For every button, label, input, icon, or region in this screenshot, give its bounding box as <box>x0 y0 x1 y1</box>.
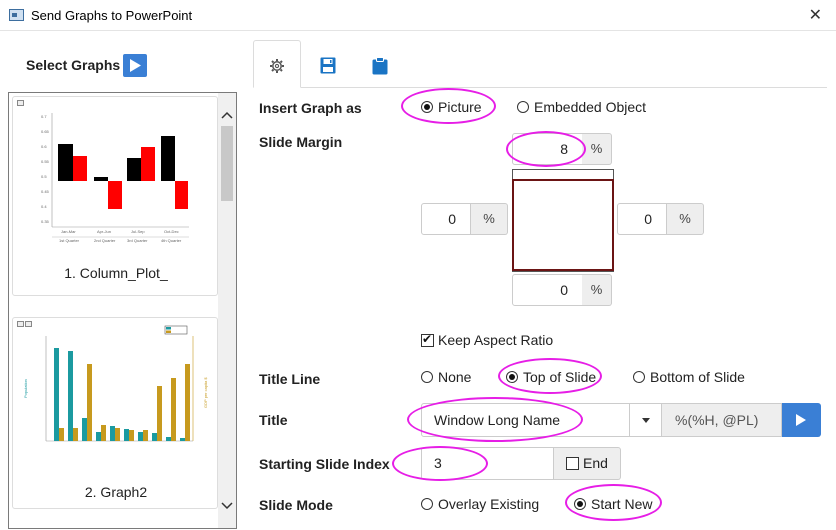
margin-right-unit: % <box>667 203 704 235</box>
radio-title-top-label: Top of Slide <box>523 369 597 385</box>
radio-picture[interactable]: Picture <box>421 99 482 115</box>
margin-left-unit: % <box>471 203 508 235</box>
clipboard-icon <box>372 57 388 75</box>
column-plot-preview: 0.7 0.65 0.6 0.55 0.5 0.45 0.4 0.35 Jan-Mar Ap… <box>41 113 189 243</box>
svg-text:2nd Quarter: 2nd Quarter <box>94 238 116 243</box>
graph2-preview: Population GDP per capita $ <box>23 325 208 442</box>
radio-picture-label: Picture <box>438 99 482 115</box>
svg-text:0.4: 0.4 <box>41 204 47 209</box>
title-format-input[interactable]: %(%H, @PL) <box>662 403 782 437</box>
radio-title-top[interactable]: Top of Slide <box>506 369 596 385</box>
radio-title-none-dot <box>421 371 433 383</box>
save-icon <box>320 57 336 74</box>
svg-text:0.35: 0.35 <box>41 219 50 224</box>
svg-text:Population: Population <box>23 379 28 398</box>
thumbnail-caption: 1. Column_Plot_ <box>64 265 168 281</box>
radio-title-none[interactable]: None <box>421 369 471 385</box>
title-apply-button[interactable] <box>782 403 821 437</box>
radio-title-top-dot <box>506 371 518 383</box>
radio-title-bottom-dot <box>633 371 645 383</box>
svg-text:Jul-Sep: Jul-Sep <box>131 229 145 234</box>
margin-bottom-input[interactable]: 0 <box>512 274 583 306</box>
radio-embedded-object-dot <box>517 101 529 113</box>
tab-save[interactable] <box>305 40 353 88</box>
radio-title-none-label: None <box>438 369 472 385</box>
starting-slide-index-input[interactable]: 3 <box>421 447 554 480</box>
slide-content-area <box>512 179 614 271</box>
thumbnail-caption: 2. Graph2 <box>84 484 148 500</box>
svg-text:4th Quarter: 4th Quarter <box>161 238 182 243</box>
tab-settings[interactable] <box>253 40 301 88</box>
slide-margin-label: Slide Margin <box>259 134 343 150</box>
title-line-label: Title Line <box>259 371 321 387</box>
margin-left-input[interactable]: 0 <box>421 203 471 235</box>
radio-start-new[interactable]: Start New <box>574 496 652 512</box>
radio-overlay-existing[interactable]: Overlay Existing <box>421 496 539 512</box>
keep-aspect-ratio-box <box>421 332 434 347</box>
insert-graph-label: Insert Graph as <box>259 100 362 116</box>
svg-text:GDP per capita $: GDP per capita $ <box>203 377 208 408</box>
play-icon <box>796 414 806 426</box>
margin-right-input[interactable]: 0 <box>617 203 667 235</box>
svg-text:3rd Quarter: 3rd Quarter <box>127 238 148 243</box>
margin-top-input[interactable]: 8 <box>512 133 583 165</box>
title-label: Title <box>259 412 288 428</box>
svg-text:0.5: 0.5 <box>41 174 47 179</box>
app-icon <box>9 9 24 21</box>
select-graphs-button[interactable] <box>123 54 147 77</box>
svg-text:0.65: 0.65 <box>41 129 50 134</box>
title-dropdown[interactable]: Window Long Name <box>421 403 662 437</box>
radio-overlay-existing-dot <box>421 498 433 510</box>
end-checkbox[interactable]: End <box>566 455 608 471</box>
keep-aspect-ratio-checkbox[interactable]: Keep Aspect Ratio <box>421 332 553 348</box>
starting-slide-index-label: Starting Slide Index <box>259 456 390 472</box>
title-bar: Send Graphs to PowerPoint ✕ <box>0 0 836 31</box>
end-label: End <box>583 455 608 471</box>
graph-thumbnail[interactable]: Population GDP per capita $ 2. Graph2 <box>12 317 218 509</box>
tab-clipboard[interactable] <box>357 40 405 88</box>
window-title: Send Graphs to PowerPoint <box>31 8 193 23</box>
margin-bottom-unit: % <box>582 274 612 306</box>
svg-text:0.7: 0.7 <box>41 114 47 119</box>
scroll-up-icon[interactable] <box>218 107 236 123</box>
close-icon[interactable]: ✕ <box>809 5 822 25</box>
radio-embedded-object[interactable]: Embedded Object <box>517 99 646 115</box>
radio-title-bottom-label: Bottom of Slide <box>650 369 745 385</box>
svg-text:Apr-Jun: Apr-Jun <box>97 229 111 234</box>
graph-thumbnail[interactable]: 0.7 0.65 0.6 0.55 0.5 0.45 0.4 0.35 Jan-Mar Ap… <box>12 96 218 296</box>
radio-overlay-existing-label: Overlay Existing <box>438 496 540 512</box>
keep-aspect-ratio-label: Keep Aspect Ratio <box>438 332 554 348</box>
radio-start-new-label: Start New <box>591 496 653 512</box>
end-checkbox-box <box>566 456 579 470</box>
svg-text:Oct-Dec: Oct-Dec <box>164 229 179 234</box>
radio-title-bottom[interactable]: Bottom of Slide <box>633 369 745 385</box>
slide-mode-label: Slide Mode <box>259 497 333 513</box>
scroll-down-icon[interactable] <box>218 498 236 514</box>
select-graphs-label: Select Graphs <box>26 57 121 73</box>
svg-text:0.45: 0.45 <box>41 189 50 194</box>
chevron-down-icon[interactable] <box>629 403 662 437</box>
play-icon <box>130 59 141 72</box>
radio-embedded-object-label: Embedded Object <box>534 99 647 115</box>
gear-icon <box>270 59 284 73</box>
svg-text:0.6: 0.6 <box>41 144 47 149</box>
radio-start-new-dot <box>574 498 586 510</box>
svg-text:Jan-Mar: Jan-Mar <box>61 229 76 234</box>
radio-picture-dot <box>421 101 433 113</box>
svg-text:1st Quarter: 1st Quarter <box>59 238 80 243</box>
graph-thumbnail-list[interactable]: 0.7 0.65 0.6 0.55 0.5 0.45 0.4 0.35 Jan-Mar Ap… <box>8 92 237 529</box>
svg-text:0.55: 0.55 <box>41 159 50 164</box>
margin-top-unit: % <box>582 133 612 165</box>
scroll-thumb[interactable] <box>221 126 233 201</box>
thumbnail-scrollbar[interactable] <box>218 93 236 528</box>
